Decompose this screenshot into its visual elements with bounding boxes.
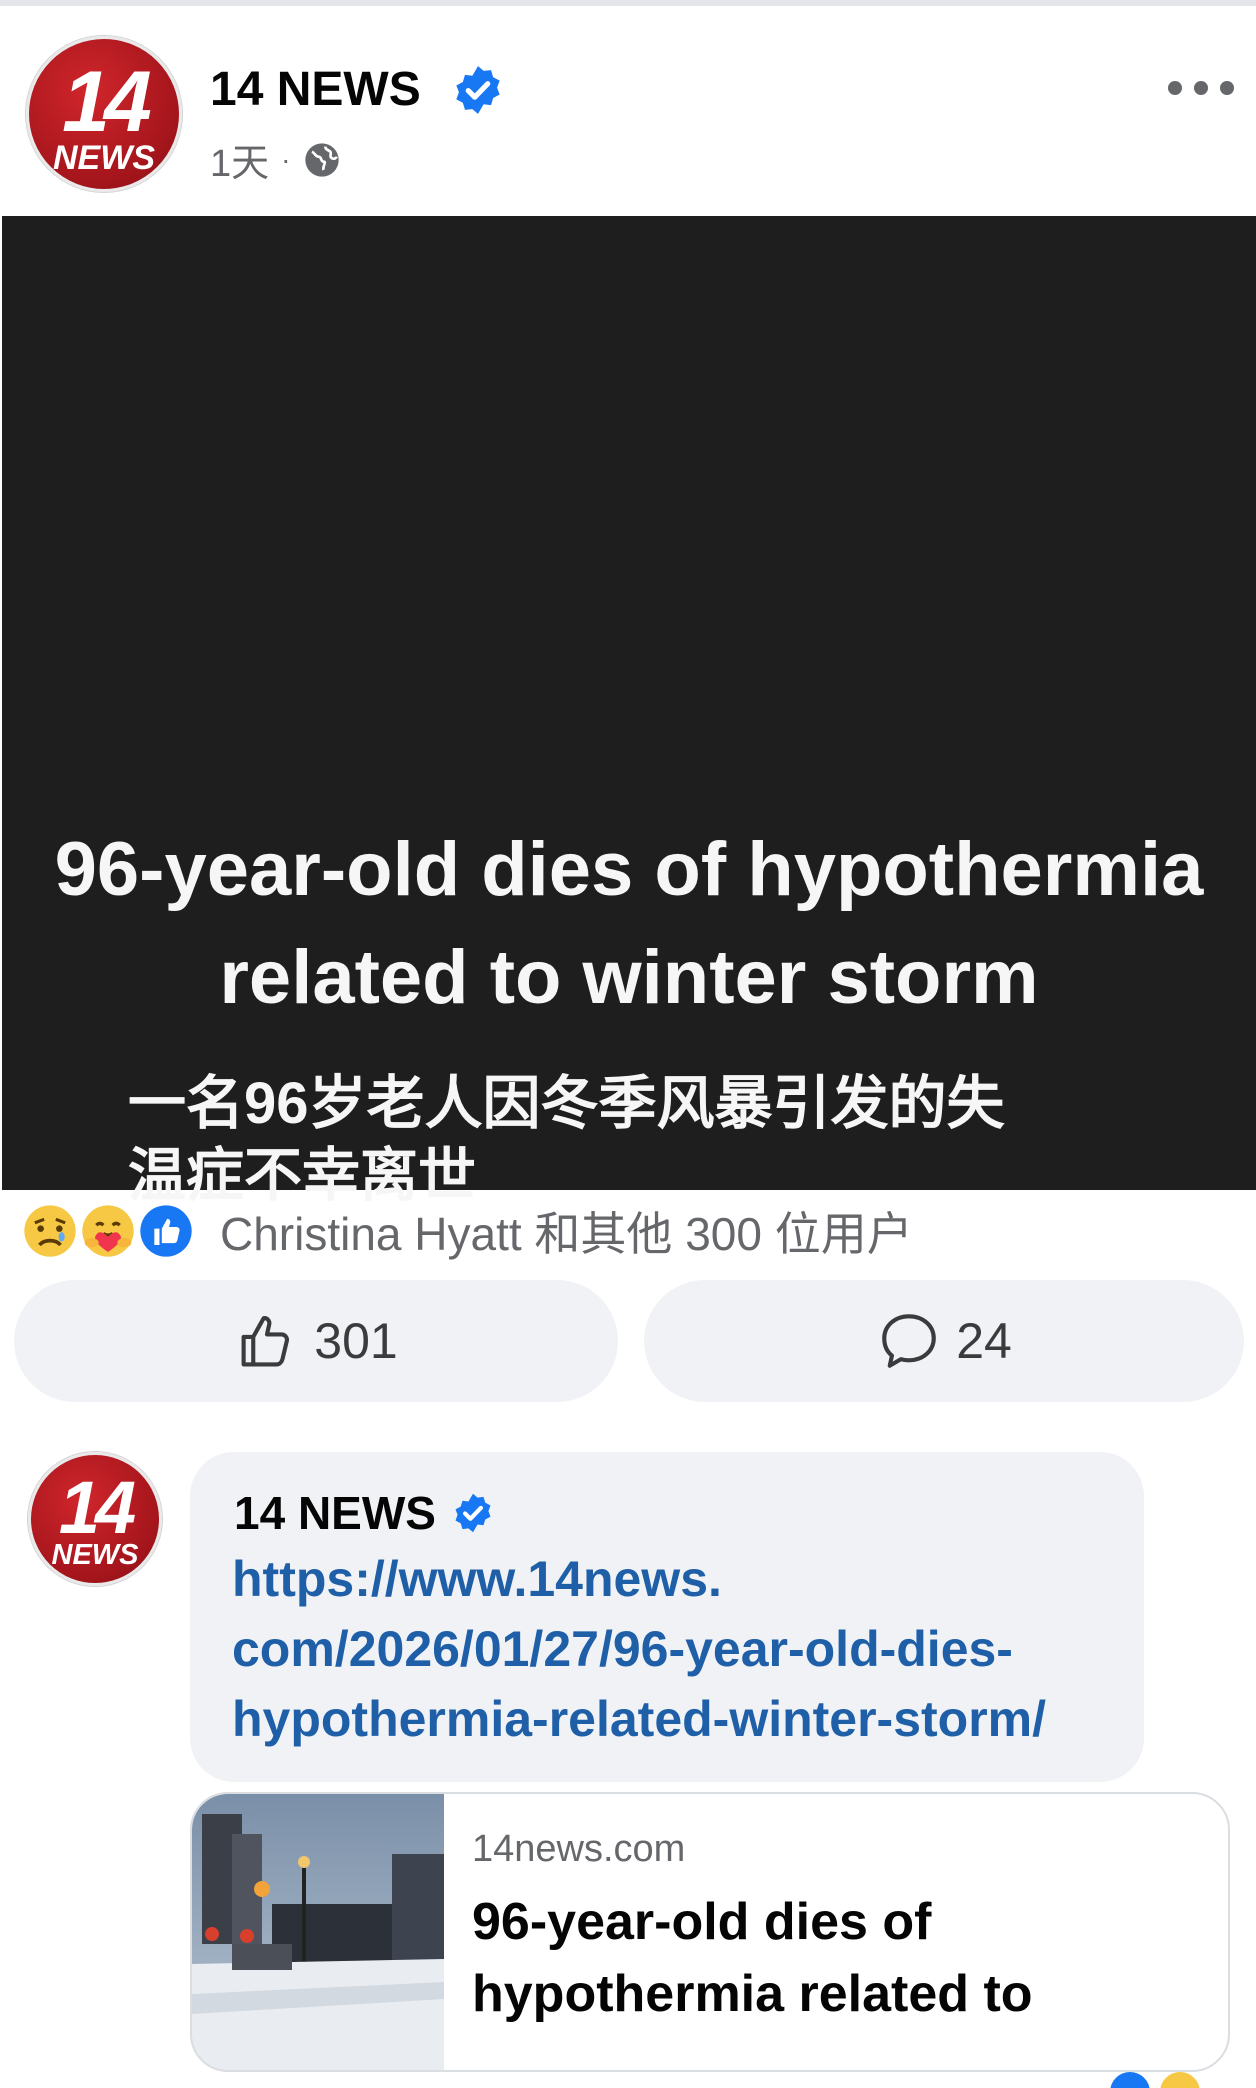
link-preview-card[interactable]: 14news.com 96-year-old dies of hypotherm… bbox=[190, 1792, 1230, 2072]
link-preview-title-line2: hypothermia related to bbox=[472, 1965, 1033, 2023]
post-header: 14 NEWS 14 NEWS 1天 · bbox=[0, 6, 1256, 216]
logo-number: 14 bbox=[62, 54, 152, 150]
post-image[interactable]: 96-year-old dies of hypothermia related … bbox=[2, 216, 1256, 1208]
like-button[interactable]: 301 bbox=[14, 1280, 618, 1402]
comment-link[interactable]: https://www.14news. com/2026/01/27/96-ye… bbox=[232, 1544, 1112, 1754]
page-avatar[interactable]: 14 NEWS bbox=[26, 36, 182, 192]
post-meta: 1天 · bbox=[210, 132, 342, 187]
post-time[interactable]: 1天 bbox=[210, 132, 269, 187]
comment-count: 24 bbox=[956, 1313, 1012, 1369]
more-options-icon[interactable] bbox=[1168, 76, 1234, 100]
image-english-line1: 96-year-old dies of hypothermia bbox=[54, 827, 1204, 912]
globe-icon bbox=[305, 142, 340, 177]
more-dot bbox=[1168, 81, 1182, 95]
image-chinese-line1: 一名96岁老人因冬季风暴引发的失 bbox=[128, 1071, 1005, 1136]
logo-word: NEWS bbox=[51, 1539, 139, 1571]
more-dot bbox=[1220, 81, 1234, 95]
logo-word: NEWS bbox=[53, 139, 155, 177]
comment-link-line1: https://www.14news. bbox=[232, 1551, 722, 1607]
reactions-summary[interactable]: Christina Hyatt 和其他 300 位用户 bbox=[22, 1196, 913, 1266]
more-dot bbox=[1194, 81, 1208, 95]
care-reaction-icon bbox=[82, 1205, 134, 1257]
link-preview-thumbnail bbox=[192, 1794, 444, 2070]
link-preview-title-line1: 96-year-old dies of bbox=[472, 1893, 932, 1951]
comment-bubble: 14 NEWS https://www.14news. com/2026/01/… bbox=[190, 1452, 1144, 1782]
logo-number: 14 bbox=[58, 1466, 136, 1549]
thumbs-up-icon bbox=[241, 1316, 290, 1367]
page-name[interactable]: 14 NEWS bbox=[210, 62, 421, 117]
comment-author-name[interactable]: 14 NEWS bbox=[234, 1486, 436, 1540]
comment-author-avatar[interactable]: 14 NEWS bbox=[28, 1452, 162, 1586]
reactions-summary-text: Christina Hyatt 和其他 300 位用户 bbox=[220, 1208, 913, 1260]
link-preview-domain: 14news.com bbox=[472, 1828, 686, 1870]
image-english-line2: related to winter storm bbox=[219, 935, 1039, 1020]
comment-link-line2: com/2026/01/27/96-year-old-dies- bbox=[232, 1621, 1013, 1677]
sad-reaction-icon bbox=[24, 1205, 76, 1257]
meta-separator: · bbox=[281, 143, 291, 175]
like-reaction-icon bbox=[140, 1205, 192, 1257]
comment-reaction-icons bbox=[1110, 2072, 1200, 2088]
comment-icon bbox=[882, 1314, 936, 1368]
link-preview-title: 96-year-old dies of hypothermia related … bbox=[472, 1886, 1172, 2030]
comment-button[interactable]: 24 bbox=[644, 1280, 1244, 1402]
like-count: 301 bbox=[314, 1313, 398, 1369]
reaction-icons bbox=[22, 1201, 198, 1261]
image-chinese-title: 一名96岁老人因冬季风暴引发的失 温症不幸离世 bbox=[128, 1068, 1108, 1212]
comment-link-line3: hypothermia-related-winter-storm/ bbox=[232, 1691, 1047, 1747]
verified-badge-icon bbox=[455, 1493, 491, 1533]
verified-badge-icon bbox=[456, 66, 500, 114]
